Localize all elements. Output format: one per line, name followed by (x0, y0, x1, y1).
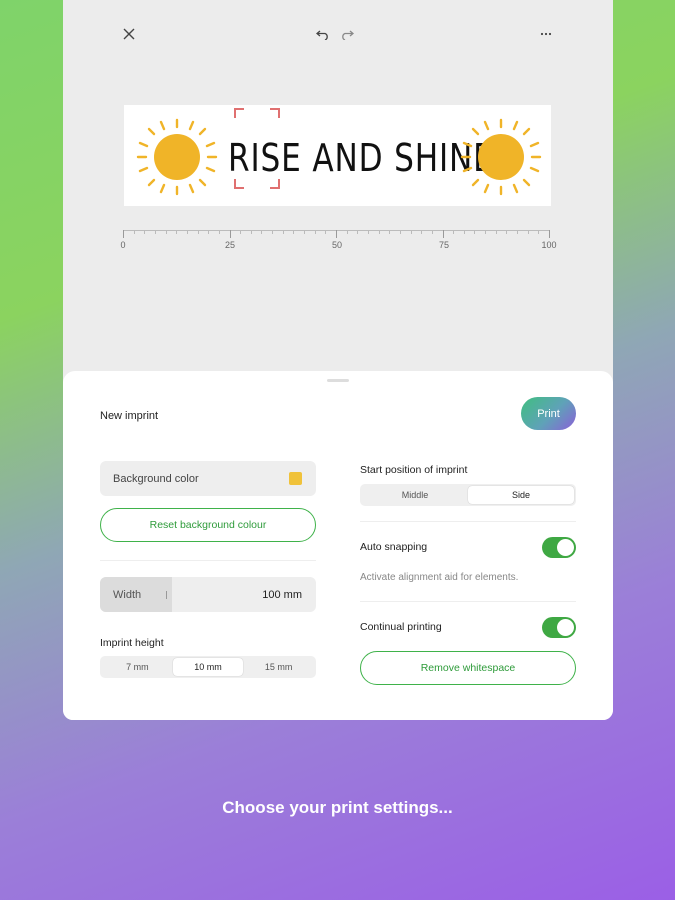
continual-printing-toggle[interactable] (542, 617, 576, 638)
ruler-tick (378, 230, 380, 234)
ruler-tick (325, 230, 327, 234)
ruler-tick (123, 230, 124, 238)
ruler-tick (165, 230, 167, 234)
redo-icon[interactable] (335, 22, 359, 46)
ruler-tick (538, 230, 540, 234)
height-option-15mm[interactable]: 15 mm (243, 658, 314, 676)
ruler-tick (314, 230, 316, 234)
auto-snapping-label: Auto snapping (360, 541, 428, 553)
ruler-tick (272, 230, 274, 234)
background-color-label: Background color (113, 472, 199, 485)
ruler-tick (176, 230, 178, 234)
divider (100, 560, 316, 561)
imprint-text[interactable]: RISE AND SHINE (228, 123, 493, 193)
ruler-tick (336, 230, 337, 238)
ruler: 0 25 50 75 100 (120, 224, 557, 254)
selection-handle[interactable] (234, 179, 244, 189)
continual-printing-label: Continual printing (360, 621, 442, 633)
ruler-label: 25 (224, 240, 236, 250)
ruler-tick (250, 230, 252, 234)
ruler-label: 0 (120, 240, 126, 250)
width-slider[interactable]: Width 100 mm (100, 577, 316, 612)
ruler-tick (304, 230, 306, 234)
divider (360, 521, 576, 522)
close-icon[interactable] (117, 22, 141, 46)
ruler-tick (453, 230, 455, 234)
imprint-height-label: Imprint height (100, 637, 164, 649)
ruler-tick (367, 230, 369, 234)
remove-whitespace-button[interactable]: Remove whitespace (360, 651, 576, 685)
sun-icon (136, 118, 218, 196)
promo-caption: Choose your print settings... (222, 798, 453, 817)
selection-handle[interactable] (270, 179, 280, 189)
ruler-tick (144, 230, 146, 234)
settings-sheet: New imprint Print Background color Reset… (63, 371, 613, 720)
ruler-tick (506, 230, 508, 234)
width-label: Width (100, 577, 172, 612)
ruler-tick (346, 230, 348, 234)
ruler-tick (431, 230, 433, 234)
ruler-tick (261, 230, 263, 234)
ruler-tick (410, 230, 412, 234)
ruler-tick (218, 230, 220, 234)
selection-handle[interactable] (270, 108, 280, 118)
ruler-tick (282, 230, 284, 234)
ruler-label: 75 (438, 240, 450, 250)
selection-handle[interactable] (234, 108, 244, 118)
more-icon[interactable] (534, 22, 558, 46)
ruler-tick (154, 230, 156, 234)
sheet-title: New imprint (100, 410, 159, 422)
ruler-tick (389, 230, 391, 234)
background-color-field[interactable]: Background color (100, 461, 316, 496)
ruler-tick (186, 230, 188, 234)
width-value: 100 mm (262, 588, 302, 601)
ruler-label: 50 (331, 240, 343, 250)
toggle-knob (557, 619, 574, 636)
ruler-tick (495, 230, 497, 234)
print-button[interactable]: Print (521, 397, 576, 430)
start-position-selector: Middle Side (360, 484, 576, 506)
ruler-tick (421, 230, 423, 234)
ruler-tick (133, 230, 135, 234)
auto-snapping-hint: Activate alignment aid for elements. (360, 572, 519, 583)
ruler-tick (485, 230, 487, 234)
position-option-side[interactable]: Side (468, 486, 574, 504)
ruler-tick (197, 230, 199, 234)
ruler-tick (463, 230, 465, 234)
ruler-tick (208, 230, 210, 234)
imprint-height-selector: 7 mm 10 mm 15 mm (100, 656, 316, 678)
top-toolbar (63, 22, 613, 46)
imprint-canvas[interactable]: RISE AND SHINE (124, 105, 551, 206)
ruler-tick (399, 230, 401, 234)
ruler-tick (517, 230, 519, 234)
auto-snapping-toggle[interactable] (542, 537, 576, 558)
ruler-label: 100 (541, 240, 557, 250)
height-option-10mm[interactable]: 10 mm (172, 658, 244, 676)
reset-background-button[interactable]: Reset background colour (100, 508, 316, 542)
height-option-7mm[interactable]: 7 mm (102, 658, 173, 676)
sun-icon (460, 118, 542, 196)
ruler-tick (474, 230, 476, 234)
start-position-label: Start position of imprint (360, 464, 468, 476)
color-swatch[interactable] (289, 472, 302, 485)
position-option-middle[interactable]: Middle (362, 486, 468, 504)
ruler-tick (357, 230, 359, 234)
ruler-tick (293, 230, 295, 234)
divider (360, 601, 576, 602)
undo-icon[interactable] (311, 22, 335, 46)
sheet-grabber[interactable] (327, 379, 349, 382)
ruler-tick (240, 230, 242, 234)
ruler-tick (527, 230, 529, 234)
toggle-knob (557, 539, 574, 556)
ruler-tick (229, 230, 231, 238)
ruler-tick (549, 230, 550, 238)
width-handle[interactable] (166, 591, 167, 599)
ruler-tick (442, 230, 444, 238)
